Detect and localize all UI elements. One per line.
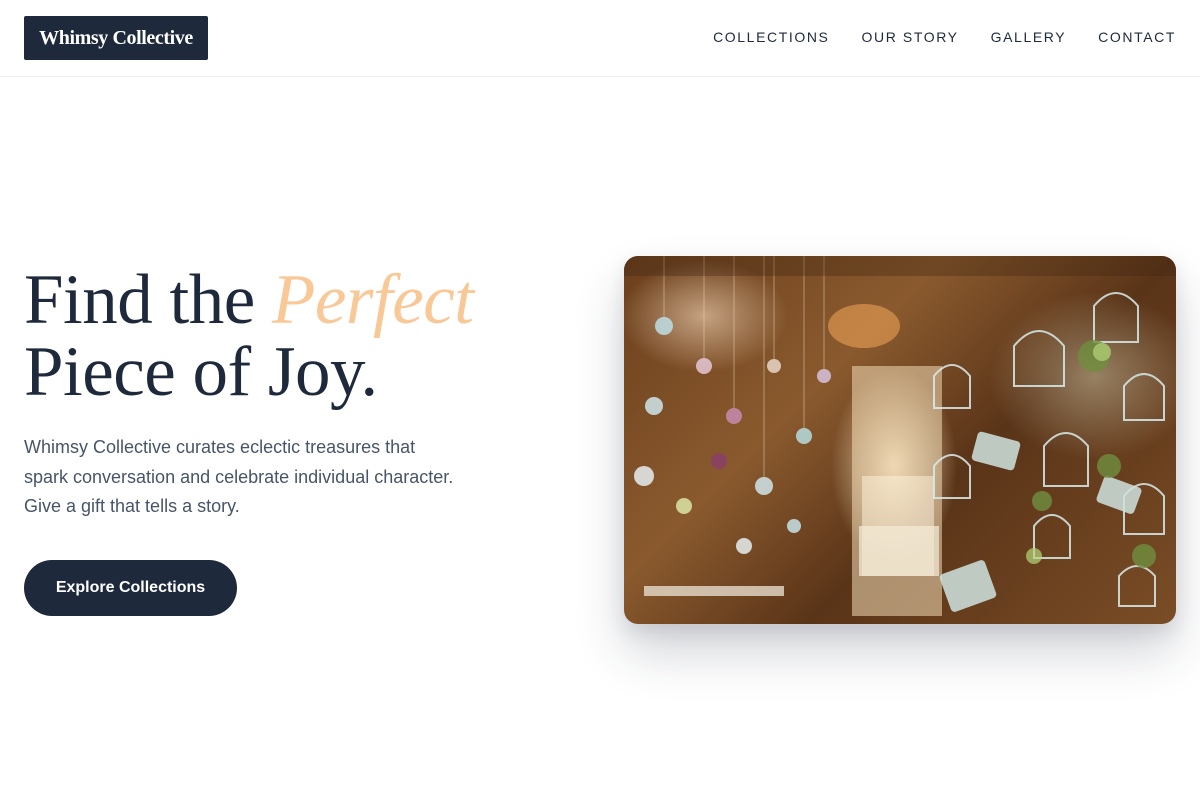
main-nav: COLLECTIONS OUR STORY GALLERY CONTACT — [713, 27, 1176, 47]
logo-text: Whimsy Collective — [39, 26, 193, 49]
hero-title-lead: Find the — [24, 261, 272, 339]
hero-title: Find the Perfect Piece of Joy. — [24, 264, 584, 408]
hero-image — [624, 256, 1176, 624]
hero-title-line-2: Piece of Joy. — [24, 333, 378, 411]
nav-link-collections[interactable]: COLLECTIONS — [713, 27, 829, 47]
explore-collections-button[interactable]: Explore Collections — [24, 560, 237, 616]
site-header: Whimsy Collective COLLECTIONS OUR STORY … — [0, 0, 1200, 77]
hero-title-accent: Perfect — [271, 261, 474, 339]
nav-link-our-story[interactable]: OUR STORY — [862, 27, 959, 47]
nav-link-gallery[interactable]: GALLERY — [991, 27, 1067, 47]
hero-image-illustration — [624, 256, 1176, 616]
hero-description: Whimsy Collective curates eclectic treas… — [24, 437, 454, 516]
hero-title-line-1: Find the Perfect — [24, 264, 584, 336]
site-logo[interactable]: Whimsy Collective — [24, 16, 208, 60]
nav-link-contact[interactable]: CONTACT — [1098, 27, 1176, 47]
